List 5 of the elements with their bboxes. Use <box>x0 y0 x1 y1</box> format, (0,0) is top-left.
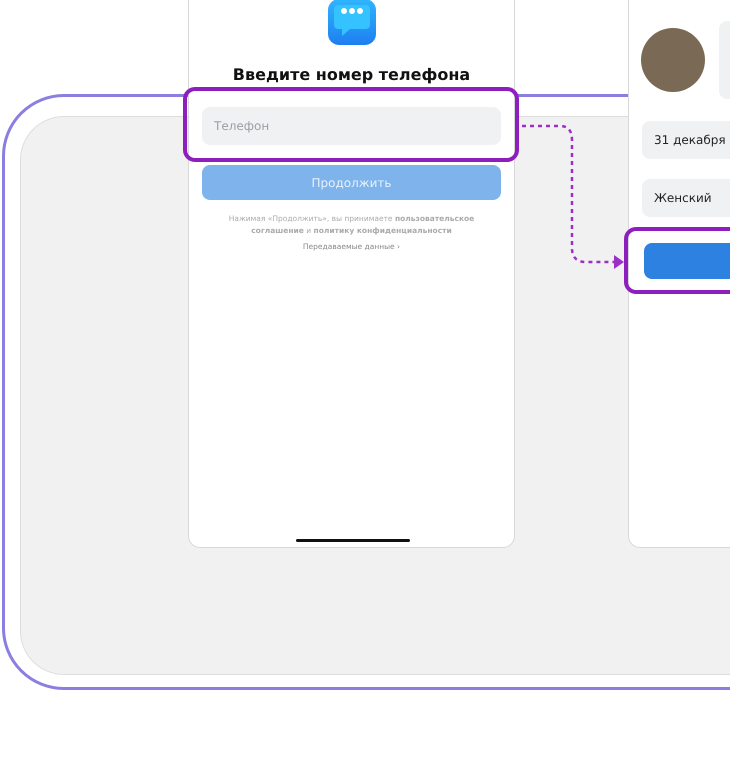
gender-field[interactable]: Женский <box>642 179 730 217</box>
birth-date-field[interactable]: 31 декабря <box>642 121 730 159</box>
submit-button[interactable] <box>644 243 730 279</box>
screen-title: Введите номер телефона <box>232 65 472 84</box>
phone-input-field[interactable]: Телефон <box>202 107 501 145</box>
